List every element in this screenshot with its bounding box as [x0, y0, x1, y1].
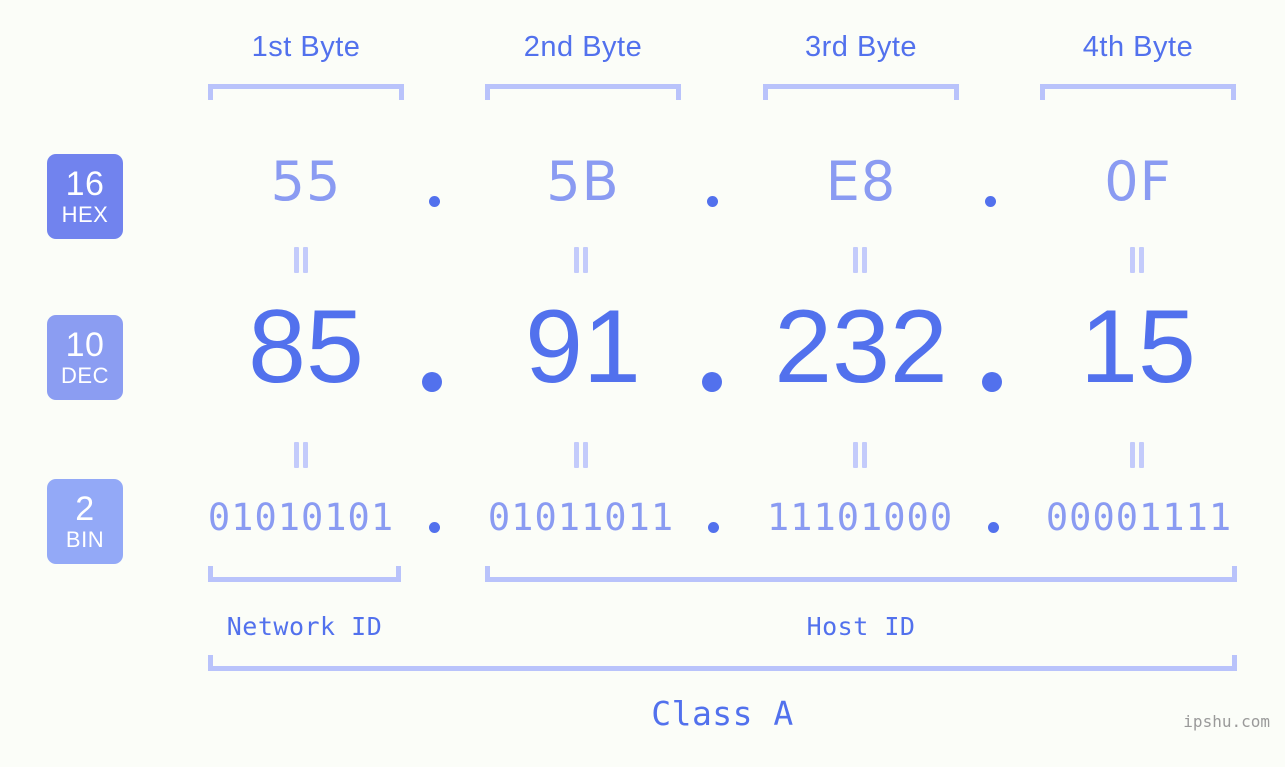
equals-icon-dec-bin-2	[572, 442, 590, 468]
bin-octet-1: 01010101	[207, 496, 395, 539]
hex-separator-dot-3	[985, 196, 996, 207]
radix-badge-hex: 16 HEX	[47, 154, 123, 239]
bin-octet-2: 01011011	[487, 496, 675, 539]
dec-octet-2: 91	[525, 289, 641, 405]
radix-badge-hex-number: 16	[65, 165, 105, 203]
radix-badge-dec: 10 DEC	[47, 315, 123, 400]
byte-header-3: 3rd Byte	[805, 31, 917, 63]
bin-separator-dot-1	[429, 522, 440, 533]
ip-address-breakdown-diagram: 1st Byte 2nd Byte 3rd Byte 4th Byte 16 H…	[0, 0, 1285, 767]
equals-icon-hex-dec-3	[851, 247, 869, 273]
equals-icon-dec-bin-4	[1128, 442, 1146, 468]
dec-octet-1: 85	[248, 289, 364, 405]
radix-badge-hex-name: HEX	[61, 202, 109, 227]
hex-octet-4: 0F	[1104, 150, 1172, 213]
equals-icon-dec-bin-3	[851, 442, 869, 468]
network-id-bracket	[208, 566, 401, 582]
radix-badge-bin-number: 2	[75, 490, 95, 528]
dec-separator-dot-1	[422, 372, 442, 392]
watermark: ipshu.com	[1183, 712, 1270, 731]
equals-icon-dec-bin-1	[292, 442, 310, 468]
byte-bracket-2	[485, 84, 681, 100]
radix-badge-bin: 2 BIN	[47, 479, 123, 564]
hex-octet-1: 55	[270, 150, 342, 213]
radix-badge-dec-number: 10	[65, 326, 105, 364]
radix-badge-bin-name: BIN	[65, 527, 105, 552]
byte-bracket-4	[1040, 84, 1236, 100]
hex-separator-dot-1	[429, 196, 440, 207]
byte-header-2: 2nd Byte	[523, 31, 643, 63]
class-label: Class A	[651, 694, 794, 733]
byte-bracket-3	[763, 84, 959, 100]
bin-octet-3: 11101000	[766, 496, 954, 539]
dec-octet-4: 15	[1080, 289, 1196, 405]
dec-separator-dot-3	[982, 372, 1002, 392]
equals-icon-hex-dec-1	[292, 247, 310, 273]
equals-icon-hex-dec-2	[572, 247, 590, 273]
hex-separator-dot-2	[707, 196, 718, 207]
hex-octet-3: E8	[825, 150, 897, 213]
equals-icon-hex-dec-4	[1128, 247, 1146, 273]
dec-octet-3: 232	[774, 289, 948, 405]
byte-bracket-1	[208, 84, 404, 100]
bin-separator-dot-3	[988, 522, 999, 533]
host-id-label: Host ID	[806, 612, 916, 641]
dec-separator-dot-2	[702, 372, 722, 392]
host-id-bracket	[485, 566, 1237, 582]
network-id-label: Network ID	[226, 612, 383, 641]
hex-octet-2: 5B	[546, 150, 620, 213]
byte-header-1: 1st Byte	[251, 31, 361, 63]
bin-octet-4: 00001111	[1045, 496, 1233, 539]
class-bracket	[208, 655, 1237, 671]
byte-header-4: 4th Byte	[1082, 31, 1194, 63]
radix-badge-dec-name: DEC	[61, 363, 109, 388]
bin-separator-dot-2	[708, 522, 719, 533]
